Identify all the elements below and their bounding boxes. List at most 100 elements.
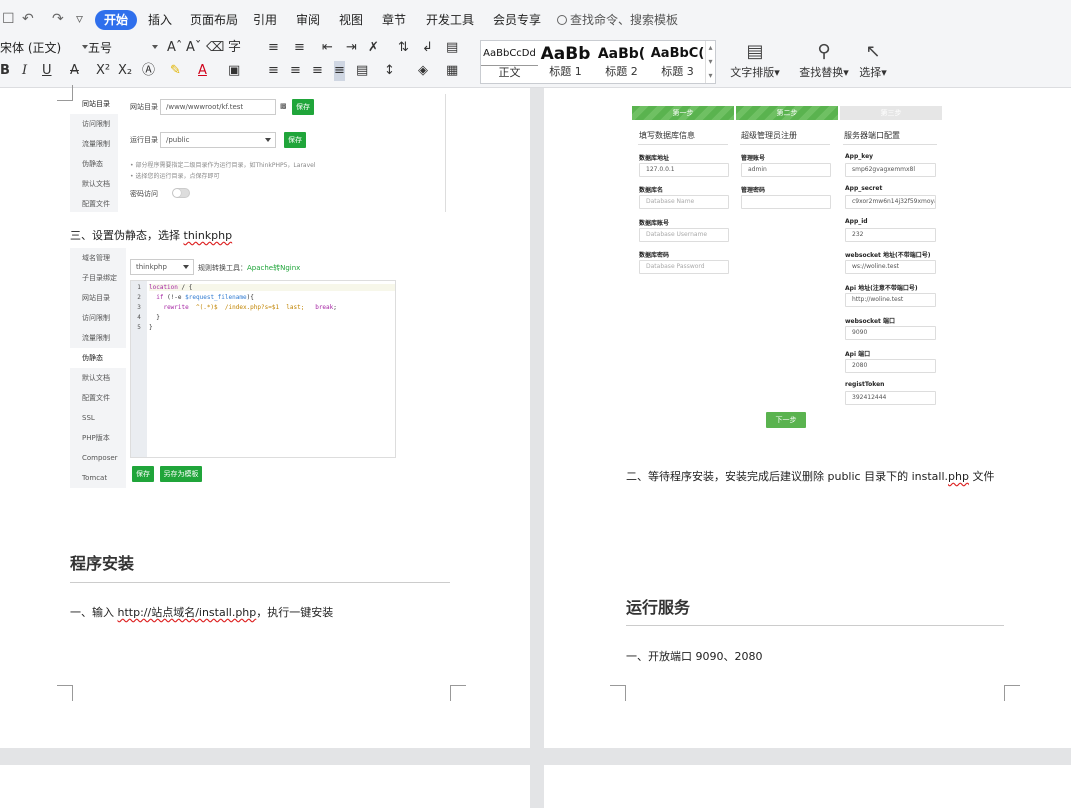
font-size-select[interactable]: 五号 bbox=[84, 38, 160, 58]
db-host-input[interactable]: 127.0.0.1 bbox=[639, 163, 729, 177]
highlight-icon[interactable]: ✎ bbox=[170, 61, 181, 81]
sidebar-item[interactable]: 访问限制 bbox=[70, 114, 146, 134]
tab-home[interactable]: 开始 bbox=[95, 10, 138, 30]
tab-member[interactable]: 会员专享 bbox=[493, 10, 541, 30]
borders-icon[interactable]: ▦ bbox=[446, 61, 458, 81]
numbering-icon[interactable]: ≡ bbox=[294, 38, 305, 58]
tab-review[interactable]: 审阅 bbox=[296, 10, 320, 30]
char-border-icon[interactable]: ▣ bbox=[228, 61, 240, 81]
align-left-icon[interactable]: ≡ bbox=[268, 61, 279, 81]
tab-references[interactable]: 引用 bbox=[253, 10, 277, 30]
select-button[interactable]: ↖ 选择▾ bbox=[853, 40, 893, 80]
next-step-button[interactable]: 下一步 bbox=[766, 412, 806, 428]
note-1: • 部分程序需要指定二级目录作为运行目录，如ThinkPHP5，Laravel bbox=[130, 162, 316, 169]
chevron-down-icon bbox=[183, 265, 189, 269]
distribute-icon[interactable]: ▤ bbox=[356, 61, 368, 81]
site-dir-input[interactable]: /www/wwwroot/kf.test bbox=[160, 99, 276, 115]
tab-insert[interactable]: 插入 bbox=[148, 10, 172, 30]
underline-button[interactable]: U bbox=[42, 61, 52, 81]
document-page-right: 第一步 第二步 第三步 填写数据库信息 超级管理员注册 服务器端口配置 数据库地… bbox=[544, 88, 1071, 748]
grow-font-icon[interactable]: Aˆ bbox=[167, 38, 182, 58]
style-sample: AaBb bbox=[540, 44, 591, 64]
justify-icon[interactable]: ≡ bbox=[334, 61, 345, 81]
rewrite-template-select[interactable]: thinkphp bbox=[130, 259, 194, 275]
websocket-port-input[interactable]: 9090 bbox=[845, 326, 936, 340]
text-effect-icon[interactable]: Ⓐ bbox=[142, 61, 155, 81]
db-user-input[interactable]: Database Username bbox=[639, 228, 729, 242]
table-icon[interactable]: ▤ bbox=[446, 38, 458, 58]
wait-prefix: 二、等待程序安装，安装完成后建议删除 public 目录下的 install. bbox=[626, 470, 949, 483]
menubar: ☐ ↶ ↷ ▿ 开始 插入 页面布局 引用 审阅 视图 章节 开发工具 会员专享… bbox=[0, 8, 1071, 32]
api-url-input[interactable]: http://woline.test bbox=[845, 293, 936, 307]
tab-view[interactable]: 视图 bbox=[339, 10, 363, 30]
align-right-icon[interactable]: ≡ bbox=[312, 61, 323, 81]
line-spacing-icon[interactable]: ↕ bbox=[384, 61, 395, 81]
line-number: 1 bbox=[137, 284, 141, 291]
document-page-left: 同站目录 访问限制 流量限制 伪静态 默认文档 配置文件 网站目录 /www/w… bbox=[0, 85, 530, 748]
text-layout-icon: ▤ bbox=[746, 41, 764, 62]
print-preview-icon[interactable]: ☐ bbox=[2, 9, 15, 29]
rewrite-code-editor[interactable]: 1 2 3 4 5 location / { if (!-e $request_… bbox=[130, 280, 396, 458]
admin-password-input[interactable] bbox=[741, 195, 831, 209]
clear-format-icon[interactable]: ⌫ bbox=[206, 38, 224, 58]
run-dir-select[interactable]: /public bbox=[160, 132, 276, 148]
tab-chapter[interactable]: 章节 bbox=[382, 10, 406, 30]
font-name-select[interactable]: 宋体 (正文) bbox=[0, 38, 90, 58]
db-name-input[interactable]: Database Name bbox=[639, 195, 729, 209]
undo-icon[interactable]: ↶ bbox=[22, 9, 34, 29]
align-center-icon[interactable]: ≡ bbox=[290, 61, 301, 81]
subscript-button[interactable]: X₂ bbox=[118, 61, 132, 81]
style-name: 标题 2 bbox=[605, 65, 638, 78]
find-replace-button[interactable]: ⚲ 查找替换▾ bbox=[796, 40, 852, 80]
websocket-url-input[interactable]: ws://woline.test bbox=[845, 260, 936, 274]
password-access-toggle[interactable] bbox=[172, 188, 190, 198]
font-color-icon[interactable]: A bbox=[198, 61, 207, 81]
increase-indent-icon[interactable]: ⇥ bbox=[346, 38, 357, 58]
sort-icon[interactable]: ⇅ bbox=[398, 38, 409, 58]
tab-page-layout[interactable]: 页面布局 bbox=[190, 10, 238, 30]
chinese-layout-icon[interactable]: ✗ bbox=[368, 38, 379, 58]
admin-user-input[interactable]: admin bbox=[741, 163, 831, 177]
phonetic-icon[interactable]: 字 bbox=[228, 38, 241, 58]
style-heading-3[interactable]: AaBbC( 标题 3 bbox=[649, 41, 706, 83]
save-as-template-button[interactable]: 另存为模板 bbox=[160, 466, 202, 482]
column-rule bbox=[638, 144, 728, 145]
style-gallery-scroll[interactable]: ▴ ▾ ▾ bbox=[705, 41, 715, 83]
db-password-input[interactable]: Database Password bbox=[639, 260, 729, 274]
redo-icon[interactable]: ↷ bbox=[52, 9, 64, 29]
note-2: • 选择您的运行目录，点保存即可 bbox=[130, 173, 220, 180]
bullets-icon[interactable]: ≡ bbox=[268, 38, 279, 58]
customize-dropdown-icon[interactable]: ▿ bbox=[76, 9, 83, 29]
paragraph-mark-icon[interactable]: ↲ bbox=[422, 38, 433, 58]
regist-token-input[interactable]: 392412444 bbox=[845, 391, 936, 405]
save-dir-button[interactable]: 保存 bbox=[292, 99, 314, 115]
bold-button[interactable]: B bbox=[0, 61, 10, 81]
font-size-value: 五号 bbox=[88, 41, 113, 55]
strikethrough-button[interactable]: A bbox=[70, 61, 79, 81]
password-access-label: 密码访问 bbox=[130, 190, 158, 198]
api-port-input[interactable]: 2080 bbox=[845, 359, 936, 373]
save-rewrite-button[interactable]: 保存 bbox=[132, 466, 154, 482]
db-name-label: 数据库名 bbox=[639, 187, 664, 194]
site-dir-label: 网站目录 bbox=[130, 103, 158, 111]
ports-text: 一、开放端口 9090、2080 bbox=[626, 650, 763, 663]
tab-developer[interactable]: 开发工具 bbox=[426, 10, 474, 30]
convert-link[interactable]: Apache转Nginx bbox=[247, 264, 300, 272]
text-layout-button[interactable]: ▤ 文字排版▾ bbox=[727, 40, 783, 80]
style-heading-1[interactable]: AaBb 标题 1 bbox=[537, 41, 594, 83]
save-run-dir-button[interactable]: 保存 bbox=[284, 132, 306, 148]
command-search[interactable]: 查找命令、搜索模板 bbox=[557, 10, 678, 30]
folder-icon[interactable]: ▩ bbox=[280, 102, 287, 110]
sidebar-item[interactable]: 伪静态 bbox=[70, 348, 126, 368]
app-id-input[interactable]: 232 bbox=[845, 228, 936, 242]
app-secret-input[interactable]: c9xor2mw6n14j32f59xmoyac bbox=[845, 195, 936, 209]
decrease-indent-icon[interactable]: ⇤ bbox=[322, 38, 333, 58]
italic-button[interactable]: I bbox=[22, 61, 27, 81]
style-heading-2[interactable]: AaBb( 标题 2 bbox=[593, 41, 650, 83]
superscript-button[interactable]: X² bbox=[96, 61, 110, 81]
style-normal[interactable]: AaBbCcDd 正文 bbox=[481, 41, 538, 83]
shading-icon[interactable]: ◈ bbox=[418, 61, 428, 81]
shrink-font-icon[interactable]: Aˇ bbox=[186, 38, 201, 58]
app-key-input[interactable]: smp62gvagxemmx8l bbox=[845, 163, 936, 177]
wait-end: 文件 bbox=[968, 470, 995, 483]
